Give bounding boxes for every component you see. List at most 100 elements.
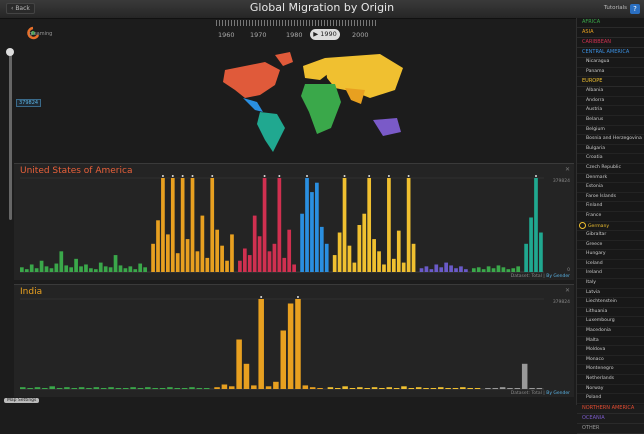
bar[interactable] (195, 251, 200, 272)
bar[interactable] (424, 266, 429, 272)
bar[interactable] (175, 253, 180, 272)
bar[interactable] (89, 268, 93, 272)
country-macedonia[interactable]: Macedonia (577, 327, 644, 337)
bar[interactable] (128, 266, 133, 272)
country-lithuania[interactable]: Lithuania (577, 308, 644, 318)
dataset-toggle-usa[interactable]: Dataset: Total | By Gender (511, 274, 570, 279)
bar[interactable] (84, 264, 88, 272)
bar[interactable] (251, 385, 257, 389)
bar[interactable] (310, 192, 314, 272)
bar[interactable] (501, 267, 506, 272)
bar[interactable] (20, 267, 24, 272)
bar[interactable] (529, 388, 535, 389)
bar[interactable] (265, 386, 272, 389)
bar[interactable] (130, 387, 136, 389)
bar[interactable] (138, 263, 143, 272)
country-bulgaria[interactable]: Bulgaria (577, 145, 644, 155)
bar[interactable] (499, 387, 506, 389)
bar[interactable] (93, 387, 100, 389)
bar[interactable] (524, 243, 528, 272)
bar[interactable] (34, 387, 41, 389)
world-map[interactable] (205, 40, 420, 160)
country-italy[interactable]: Italy (577, 279, 644, 289)
bar[interactable] (103, 266, 108, 272)
bar[interactable] (190, 178, 195, 272)
bar[interactable] (506, 269, 511, 272)
bar[interactable] (496, 265, 501, 272)
map-north-america[interactable] (223, 62, 280, 98)
bar[interactable] (42, 388, 48, 389)
bar[interactable] (319, 226, 324, 272)
country-germany[interactable]: Germany (577, 221, 644, 232)
bar[interactable] (434, 264, 439, 272)
bar[interactable] (78, 387, 85, 389)
country-greece[interactable]: Greece (577, 241, 644, 251)
bar[interactable] (357, 387, 363, 389)
country-belarus[interactable]: Belarus (577, 116, 644, 126)
country-poland[interactable]: Poland (577, 394, 644, 404)
bar[interactable] (267, 251, 272, 272)
bar[interactable] (430, 388, 437, 389)
bar[interactable] (401, 386, 407, 389)
bar[interactable] (393, 388, 400, 389)
country-france[interactable]: France (577, 212, 644, 222)
bar[interactable] (377, 251, 381, 272)
bar[interactable] (181, 388, 188, 389)
bar[interactable] (476, 267, 481, 272)
bar[interactable] (29, 264, 34, 272)
bar[interactable] (367, 178, 372, 272)
bar[interactable] (396, 230, 401, 272)
country-finland[interactable]: Finland (577, 202, 644, 212)
bar[interactable] (423, 388, 429, 389)
bar[interactable] (180, 178, 185, 272)
bar[interactable] (123, 388, 129, 389)
bar[interactable] (64, 387, 70, 389)
bar[interactable] (454, 268, 458, 272)
bar[interactable] (287, 229, 292, 272)
bar[interactable] (225, 260, 229, 272)
bar[interactable] (113, 255, 118, 272)
bar[interactable] (27, 388, 33, 389)
bar[interactable] (342, 178, 347, 272)
bar[interactable] (438, 387, 444, 389)
country-ireland[interactable]: Ireland (577, 269, 644, 280)
country-liechtenstein[interactable]: Liechtenstein (577, 298, 644, 308)
bar[interactable] (386, 387, 393, 389)
bar[interactable] (280, 330, 287, 390)
bar[interactable] (151, 243, 155, 272)
bar[interactable] (170, 178, 175, 272)
country-faroe-islands[interactable]: Faroe Islands (577, 193, 644, 203)
bar[interactable] (44, 266, 49, 272)
bar[interactable] (258, 299, 264, 389)
bar[interactable] (272, 243, 277, 272)
bar[interactable] (69, 267, 74, 272)
bar[interactable] (203, 388, 210, 389)
bar[interactable] (98, 262, 103, 272)
bar[interactable] (189, 387, 195, 389)
bar[interactable] (74, 258, 78, 272)
bar[interactable] (152, 388, 158, 389)
bar[interactable] (511, 268, 516, 272)
bar[interactable] (252, 215, 257, 272)
bar[interactable] (439, 267, 444, 272)
bar[interactable] (295, 299, 301, 389)
bar[interactable] (123, 268, 128, 272)
bar[interactable] (300, 213, 304, 272)
bar[interactable] (210, 178, 215, 272)
bar[interactable] (317, 388, 323, 389)
year-1970[interactable]: 1970 (250, 31, 267, 39)
bar[interactable] (460, 387, 466, 389)
bar[interactable] (372, 239, 376, 272)
bar[interactable] (449, 265, 453, 272)
bar[interactable] (445, 388, 451, 389)
bar[interactable] (406, 178, 411, 272)
bar[interactable] (247, 255, 252, 272)
bar[interactable] (196, 388, 203, 389)
bar[interactable] (20, 387, 26, 389)
bar[interactable] (54, 263, 59, 272)
bar[interactable] (452, 388, 459, 389)
bar[interactable] (514, 388, 521, 389)
year-2000[interactable]: 2000 (352, 31, 369, 39)
country-moldova[interactable]: Moldova (577, 346, 644, 356)
bar[interactable] (100, 388, 107, 389)
